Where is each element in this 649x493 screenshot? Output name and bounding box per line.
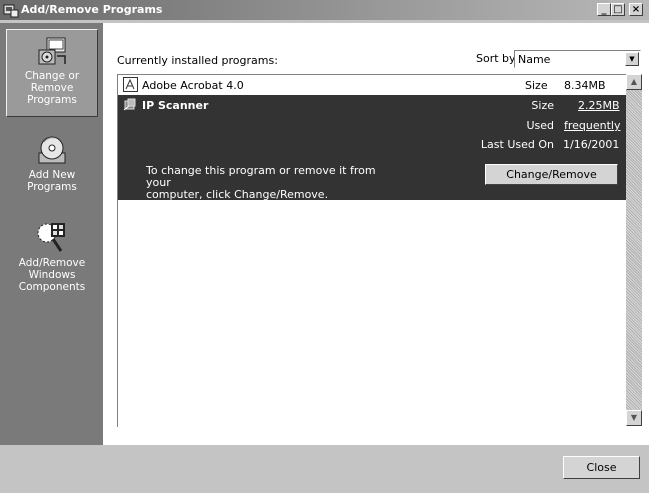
scroll-down-icon[interactable]: ▼ [626,410,642,426]
windows-components-icon [37,223,65,252]
last-used-value: 1/16/2001 [563,138,620,151]
sort-by-label: SSort by: [475,52,519,65]
acrobat-icon [123,77,138,92]
size-value[interactable]: 2.25MB [578,99,620,112]
size-label: Size [531,99,554,112]
installed-programs-label: Currently installed programs: [117,54,278,67]
size-value: 8.34MB [564,79,606,92]
close-button[interactable]: Close [563,456,640,479]
program-name: Adobe Acrobat 4.0 [142,79,244,92]
sort-by-value: Name [518,53,551,66]
sidebar: Change or Remove Programs Add New Programs [0,23,103,445]
sidebar-item-add-new-programs[interactable]: Add New Programs [6,133,98,193]
used-value[interactable]: frequently [564,119,621,132]
window-title: Add/Remove Programs [21,3,163,16]
add-remove-programs-window: Add/Remove Programs _ □ × Change or Remov… [0,0,649,493]
change-remove-hint: To change this program or remove it from… [146,164,376,201]
used-label: Used [526,119,554,132]
size-label: Size [525,79,548,92]
minimize-icon: _ [601,4,607,15]
sidebar-item-windows-components[interactable]: Add/Remove Windows Components [6,219,98,293]
close-window-button[interactable]: × [629,3,643,16]
scroll-up-icon[interactable]: ▲ [626,74,642,90]
change-remove-icon [38,37,66,65]
chevron-down-icon[interactable]: ▼ [625,52,639,66]
maximize-icon: □ [613,4,623,15]
program-name: IP Scanner [142,99,209,112]
programs-list: Adobe Acrobat 4.0 Size 8.34MB IP Scanner… [117,74,627,427]
add-remove-programs-icon [3,4,19,18]
title-bar[interactable]: Add/Remove Programs _ □ × [0,0,649,20]
change-remove-button[interactable]: Change/Remove [485,164,618,185]
sidebar-item-label: Change or Remove Programs [24,70,80,106]
last-used-label: Last Used On [480,138,554,151]
maximize-button[interactable]: □ [611,3,625,16]
cd-box-icon [38,136,66,164]
sort-by-select[interactable]: Name ▼ [514,50,641,68]
ip-scanner-icon [123,98,136,111]
close-icon: × [631,4,641,15]
sidebar-item-change-remove-programs[interactable]: Change or Remove Programs [6,29,98,117]
program-row-adobe-acrobat[interactable]: Adobe Acrobat 4.0 Size 8.34MB [118,75,627,95]
program-row-ip-scanner[interactable]: IP Scanner Size 2.25MB Used frequently L… [118,95,627,201]
sidebar-item-label: Add New Programs [27,169,77,193]
minimize-button[interactable]: _ [597,3,611,16]
list-scrollbar[interactable]: ▲ ▼ [626,74,642,426]
sidebar-item-label: Add/Remove Windows Components [18,257,86,293]
